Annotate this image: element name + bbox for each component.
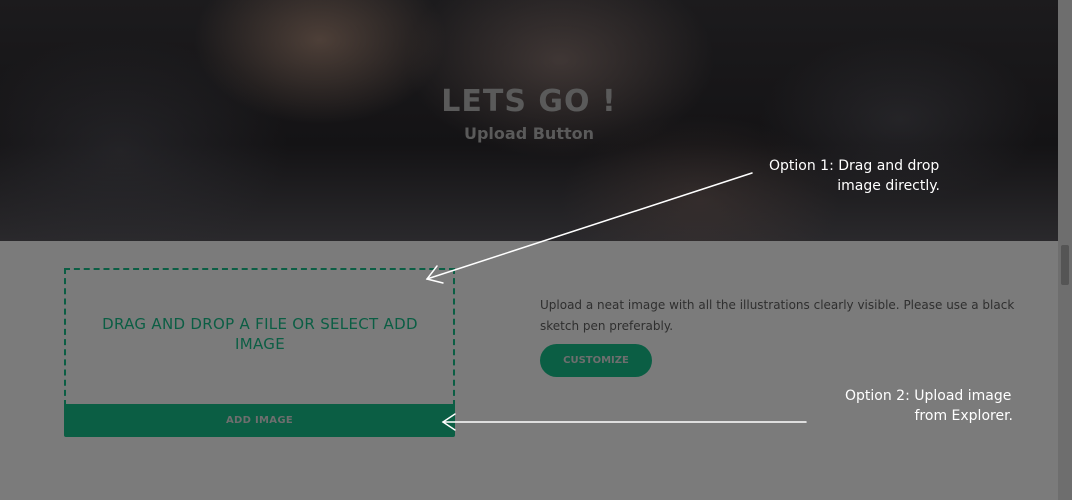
vertical-scrollbar[interactable] <box>1058 0 1072 500</box>
customize-button[interactable]: CUSTOMIZE <box>540 344 652 377</box>
page: LETS GO ! Upload Button DRAG AND DROP A … <box>0 0 1072 500</box>
hero-subtitle: Upload Button <box>463 124 594 143</box>
annotation-option-2: Option 2: Upload image from Explorer. <box>820 386 1013 426</box>
annotation-option-2-line-2: from Explorer. <box>914 408 1014 424</box>
annotation-option-1-line-2: image directly. <box>837 178 940 194</box>
annotation-option-2-line-1: Option 2: Upload image <box>845 388 1012 404</box>
add-image-button[interactable]: ADD IMAGE <box>64 404 455 437</box>
hero-banner: LETS GO ! Upload Button <box>0 0 1058 241</box>
scrollbar-thumb[interactable] <box>1061 245 1069 285</box>
upload-description: Upload a neat image with all the illustr… <box>540 298 1015 333</box>
drop-zone-label: DRAG AND DROP A FILE OR SELECT ADD IMAGE <box>102 315 418 353</box>
annotation-option-1-line-1: Option 1: Drag and drop <box>769 158 940 174</box>
annotation-option-1: Option 1: Drag and drop image directly. <box>740 156 940 196</box>
hero-title: LETS GO ! <box>441 84 617 119</box>
